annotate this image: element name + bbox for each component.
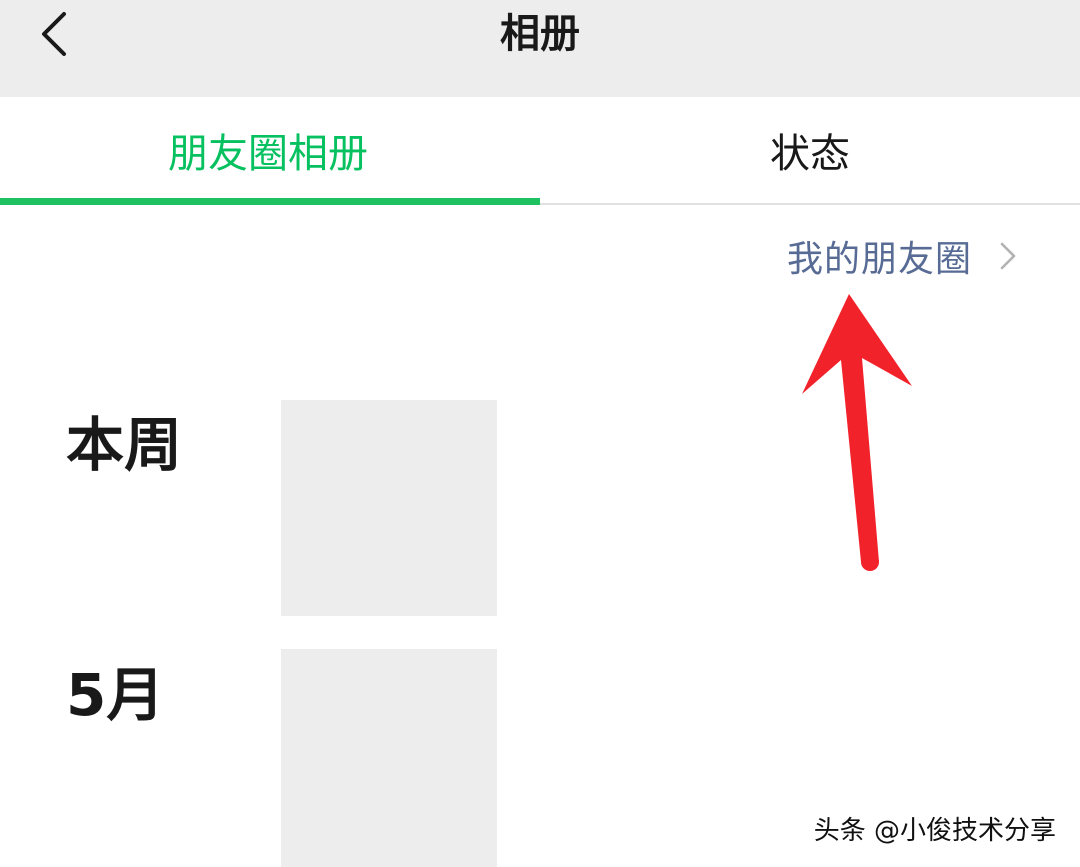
tab-status-label: 状态 <box>770 131 850 177</box>
section-label-may: 5月 <box>66 661 165 729</box>
tab-status[interactable]: 状态 <box>540 97 1080 203</box>
chevron-right-icon <box>1000 242 1016 270</box>
photo-thumbnail[interactable] <box>281 400 497 616</box>
watermark: 头条 @小俊技术分享 <box>813 816 1056 846</box>
page-title: 相册 <box>500 11 580 57</box>
section-label-this-week: 本周 <box>66 411 183 479</box>
my-moments-label: 我的朋友圈 <box>786 239 972 280</box>
photo-thumbnail[interactable] <box>281 649 497 867</box>
navigation-bar: 相册 <box>0 0 1080 97</box>
tab-moments-album-label: 朋友圈相册 <box>168 131 368 177</box>
tab-moments-album[interactable]: 朋友圈相册 <box>0 97 540 203</box>
my-moments-link[interactable]: 我的朋友圈 <box>787 228 1018 284</box>
active-tab-indicator <box>0 198 540 205</box>
annotation-arrow-icon <box>802 294 912 571</box>
tab-bar: 朋友圈相册 状态 <box>0 97 1080 205</box>
